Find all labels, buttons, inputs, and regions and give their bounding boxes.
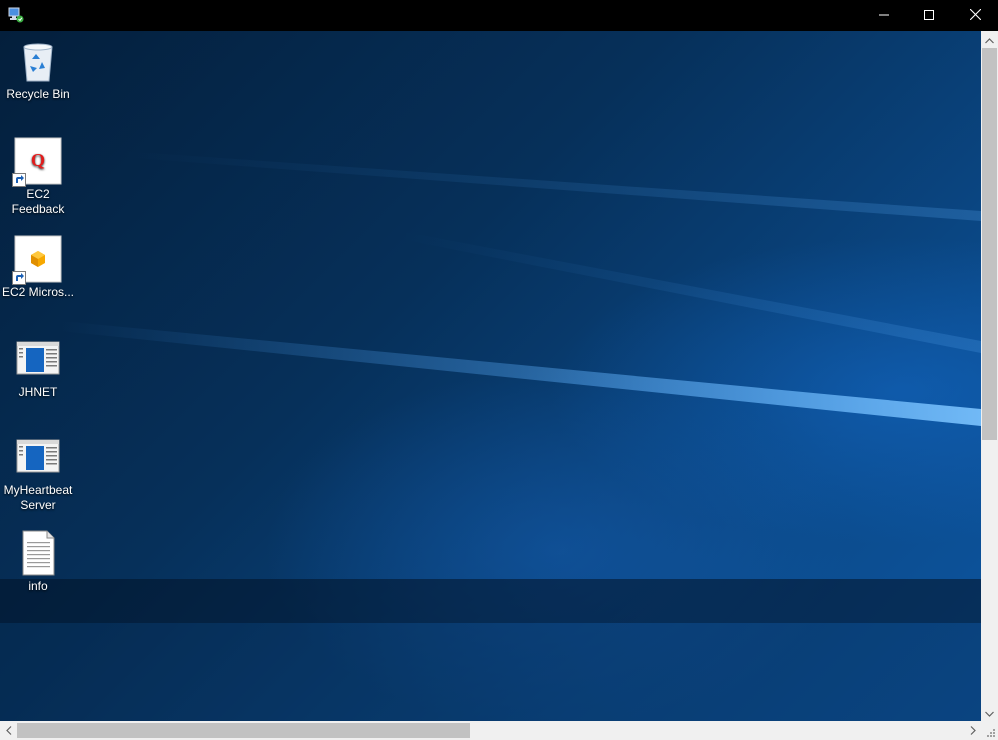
minimize-button[interactable] [861,0,907,31]
desktop-icon-ec2-microsoft[interactable]: EC2 Micros... [0,235,76,300]
desktop-icon-label: Recycle Bin [6,87,70,101]
desktop-icon-label: JHNET [18,385,58,399]
remote-desktop-icon[interactable] [8,7,24,23]
recycle-bin-icon [14,37,62,85]
myheartbeat-app-icon [14,433,62,481]
maximize-icon [924,7,934,25]
desktop-icon-label: MyHeartbeat Server [3,483,73,512]
chevron-left-icon [5,722,12,740]
title-bar[interactable] [0,0,998,31]
ec2-microsoft-icon [12,235,62,285]
shortcut-arrow-icon [12,271,26,285]
desktop-icon-jhnet[interactable]: JHNET [0,335,76,400]
scroll-down-button[interactable] [981,704,998,721]
minimize-icon [879,7,889,25]
horizontal-scroll-thumb[interactable] [17,723,470,738]
vertical-scrollbar[interactable] [981,31,998,721]
maximize-button[interactable] [906,0,952,31]
chevron-up-icon [985,31,994,49]
desktop-icon-label: EC2 Micros... [1,285,74,299]
scroll-left-button[interactable] [0,721,17,740]
close-icon [969,7,981,25]
desktop-icon-label: EC2 Feedback [11,187,65,216]
desktop-icon-ec2-feedback[interactable]: Q EC2 Feedback [0,137,76,217]
scroll-right-button[interactable] [964,721,981,740]
text-document-icon [14,529,62,577]
shortcut-arrow-icon [12,173,26,187]
resize-grip-icon [987,729,995,737]
chevron-down-icon [985,704,994,722]
close-button[interactable] [952,0,998,31]
svg-text:Q: Q [31,150,45,170]
resize-grip[interactable] [981,721,998,740]
jhnet-app-icon [14,335,62,383]
horizontal-scrollbar[interactable] [0,721,981,740]
desktop-icon-info[interactable]: info [0,529,76,594]
desktop-icon-myheartbeat-server[interactable]: MyHeartbeat Server [0,433,76,513]
desktop[interactable]: Recycle Bin Q EC2 Feedback EC2 Micros...… [0,31,981,721]
remote-desktop-window: Recycle Bin Q EC2 Feedback EC2 Micros...… [0,0,998,740]
chevron-right-icon [970,722,976,740]
desktop-icon-recycle-bin[interactable]: Recycle Bin [0,37,76,102]
vertical-scroll-thumb[interactable] [982,48,997,440]
wallpaper [0,151,981,721]
desktop-icon-label: info [28,579,48,593]
ec2-feedback-icon: Q [12,137,62,187]
scroll-up-button[interactable] [981,31,998,48]
